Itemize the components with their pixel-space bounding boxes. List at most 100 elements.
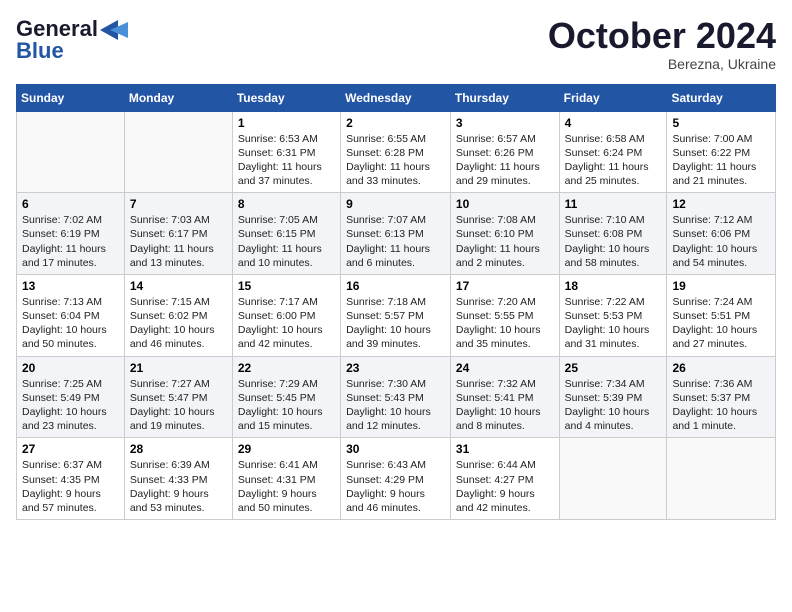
day-cell: 14 Sunrise: 7:15 AM Sunset: 6:02 PM Dayli…: [124, 274, 232, 356]
day-cell: 26 Sunrise: 7:36 AM Sunset: 5:37 PM Dayli…: [667, 356, 776, 438]
day-number: 23: [346, 361, 445, 375]
day-number: 12: [672, 197, 770, 211]
day-info: Sunrise: 6:37 AM Sunset: 4:35 PM Dayligh…: [22, 458, 119, 515]
weekday-header-tuesday: Tuesday: [232, 84, 340, 111]
day-info: Sunrise: 7:13 AM Sunset: 6:04 PM Dayligh…: [22, 295, 119, 352]
weekday-header-monday: Monday: [124, 84, 232, 111]
calendar-table: SundayMondayTuesdayWednesdayThursdayFrid…: [16, 84, 776, 520]
weekday-header-wednesday: Wednesday: [341, 84, 451, 111]
day-info: Sunrise: 7:36 AM Sunset: 5:37 PM Dayligh…: [672, 377, 770, 434]
day-cell: 18 Sunrise: 7:22 AM Sunset: 5:53 PM Dayli…: [559, 274, 667, 356]
day-number: 22: [238, 361, 335, 375]
day-cell: 31 Sunrise: 6:44 AM Sunset: 4:27 PM Dayli…: [450, 438, 559, 520]
day-cell: 2 Sunrise: 6:55 AM Sunset: 6:28 PM Daylig…: [341, 111, 451, 193]
weekday-header-sunday: Sunday: [17, 84, 125, 111]
day-number: 18: [565, 279, 662, 293]
day-cell: 19 Sunrise: 7:24 AM Sunset: 5:51 PM Dayli…: [667, 274, 776, 356]
day-cell: 16Sunrise: 7:18 AM Sunset: 5:57 PM Dayli…: [341, 274, 451, 356]
day-info: Sunrise: 7:05 AM Sunset: 6:15 PM Dayligh…: [238, 213, 335, 270]
day-cell: 12 Sunrise: 7:12 AM Sunset: 6:06 PM Dayli…: [667, 193, 776, 275]
day-info: Sunrise: 7:18 AM Sunset: 5:57 PM Dayligh…: [346, 295, 445, 352]
day-info: Sunrise: 7:12 AM Sunset: 6:06 PM Dayligh…: [672, 213, 770, 270]
day-cell: 11Sunrise: 7:10 AM Sunset: 6:08 PM Dayli…: [559, 193, 667, 275]
day-cell: 29 Sunrise: 6:41 AM Sunset: 4:31 PM Dayli…: [232, 438, 340, 520]
week-row-3: 13 Sunrise: 7:13 AM Sunset: 6:04 PM Dayli…: [17, 274, 776, 356]
weekday-header-friday: Friday: [559, 84, 667, 111]
day-info: Sunrise: 7:32 AM Sunset: 5:41 PM Dayligh…: [456, 377, 554, 434]
day-number: 17: [456, 279, 554, 293]
day-number: 19: [672, 279, 770, 293]
day-info: Sunrise: 7:24 AM Sunset: 5:51 PM Dayligh…: [672, 295, 770, 352]
day-cell: 7Sunrise: 7:03 AM Sunset: 6:17 PM Daylig…: [124, 193, 232, 275]
day-info: Sunrise: 7:27 AM Sunset: 5:47 PM Dayligh…: [130, 377, 227, 434]
day-number: 20: [22, 361, 119, 375]
day-info: Sunrise: 7:22 AM Sunset: 5:53 PM Dayligh…: [565, 295, 662, 352]
day-number: 13: [22, 279, 119, 293]
day-cell: 23 Sunrise: 7:30 AM Sunset: 5:43 PM Dayli…: [341, 356, 451, 438]
month-title: October 2024: [548, 16, 776, 56]
day-info: Sunrise: 7:15 AM Sunset: 6:02 PM Dayligh…: [130, 295, 227, 352]
logo-text-blue: Blue: [16, 38, 64, 64]
title-block: October 2024 Berezna, Ukraine: [548, 16, 776, 72]
day-cell: 17 Sunrise: 7:20 AM Sunset: 5:55 PM Dayli…: [450, 274, 559, 356]
day-cell: 13 Sunrise: 7:13 AM Sunset: 6:04 PM Dayli…: [17, 274, 125, 356]
day-number: 11: [565, 197, 662, 211]
day-number: 31: [456, 442, 554, 456]
day-cell: 24 Sunrise: 7:32 AM Sunset: 5:41 PM Dayli…: [450, 356, 559, 438]
day-cell: 10Sunrise: 7:08 AM Sunset: 6:10 PM Dayli…: [450, 193, 559, 275]
day-number: 9: [346, 197, 445, 211]
day-cell: 25 Sunrise: 7:34 AM Sunset: 5:39 PM Dayli…: [559, 356, 667, 438]
day-cell: [667, 438, 776, 520]
day-number: 2: [346, 116, 445, 130]
day-cell: [17, 111, 125, 193]
day-cell: 3 Sunrise: 6:57 AM Sunset: 6:26 PM Daylig…: [450, 111, 559, 193]
day-cell: 1 Sunrise: 6:53 AM Sunset: 6:31 PM Daylig…: [232, 111, 340, 193]
day-cell: 30Sunrise: 6:43 AM Sunset: 4:29 PM Dayli…: [341, 438, 451, 520]
location: Berezna, Ukraine: [548, 56, 776, 72]
week-row-5: 27Sunrise: 6:37 AM Sunset: 4:35 PM Dayli…: [17, 438, 776, 520]
day-number: 26: [672, 361, 770, 375]
day-cell: 20 Sunrise: 7:25 AM Sunset: 5:49 PM Dayli…: [17, 356, 125, 438]
day-info: Sunrise: 7:07 AM Sunset: 6:13 PM Dayligh…: [346, 213, 445, 270]
day-info: Sunrise: 6:53 AM Sunset: 6:31 PM Dayligh…: [238, 132, 335, 189]
day-info: Sunrise: 7:20 AM Sunset: 5:55 PM Dayligh…: [456, 295, 554, 352]
weekday-header-thursday: Thursday: [450, 84, 559, 111]
day-cell: [124, 111, 232, 193]
day-cell: 21Sunrise: 7:27 AM Sunset: 5:47 PM Dayli…: [124, 356, 232, 438]
day-cell: 15Sunrise: 7:17 AM Sunset: 6:00 PM Dayli…: [232, 274, 340, 356]
day-info: Sunrise: 6:41 AM Sunset: 4:31 PM Dayligh…: [238, 458, 335, 515]
day-cell: 28Sunrise: 6:39 AM Sunset: 4:33 PM Dayli…: [124, 438, 232, 520]
day-number: 29: [238, 442, 335, 456]
day-number: 14: [130, 279, 227, 293]
day-number: 1: [238, 116, 335, 130]
week-row-4: 20 Sunrise: 7:25 AM Sunset: 5:49 PM Dayli…: [17, 356, 776, 438]
weekday-header-saturday: Saturday: [667, 84, 776, 111]
page-header: General Blue October 2024 Berezna, Ukrai…: [16, 16, 776, 72]
day-info: Sunrise: 6:44 AM Sunset: 4:27 PM Dayligh…: [456, 458, 554, 515]
day-number: 24: [456, 361, 554, 375]
day-info: Sunrise: 6:55 AM Sunset: 6:28 PM Dayligh…: [346, 132, 445, 189]
day-number: 6: [22, 197, 119, 211]
logo: General Blue: [16, 16, 130, 64]
day-number: 4: [565, 116, 662, 130]
day-info: Sunrise: 7:34 AM Sunset: 5:39 PM Dayligh…: [565, 377, 662, 434]
day-cell: 5 Sunrise: 7:00 AM Sunset: 6:22 PM Daylig…: [667, 111, 776, 193]
logo-icon: [100, 20, 130, 40]
day-number: 8: [238, 197, 335, 211]
day-info: Sunrise: 7:25 AM Sunset: 5:49 PM Dayligh…: [22, 377, 119, 434]
day-number: 28: [130, 442, 227, 456]
day-number: 3: [456, 116, 554, 130]
day-info: Sunrise: 7:29 AM Sunset: 5:45 PM Dayligh…: [238, 377, 335, 434]
day-info: Sunrise: 6:58 AM Sunset: 6:24 PM Dayligh…: [565, 132, 662, 189]
day-number: 25: [565, 361, 662, 375]
day-number: 30: [346, 442, 445, 456]
week-row-2: 6Sunrise: 7:02 AM Sunset: 6:19 PM Daylig…: [17, 193, 776, 275]
day-info: Sunrise: 7:00 AM Sunset: 6:22 PM Dayligh…: [672, 132, 770, 189]
day-cell: 4 Sunrise: 6:58 AM Sunset: 6:24 PM Daylig…: [559, 111, 667, 193]
weekday-header-row: SundayMondayTuesdayWednesdayThursdayFrid…: [17, 84, 776, 111]
day-info: Sunrise: 7:30 AM Sunset: 5:43 PM Dayligh…: [346, 377, 445, 434]
day-info: Sunrise: 6:57 AM Sunset: 6:26 PM Dayligh…: [456, 132, 554, 189]
day-cell: [559, 438, 667, 520]
day-cell: 22 Sunrise: 7:29 AM Sunset: 5:45 PM Dayli…: [232, 356, 340, 438]
day-number: 5: [672, 116, 770, 130]
